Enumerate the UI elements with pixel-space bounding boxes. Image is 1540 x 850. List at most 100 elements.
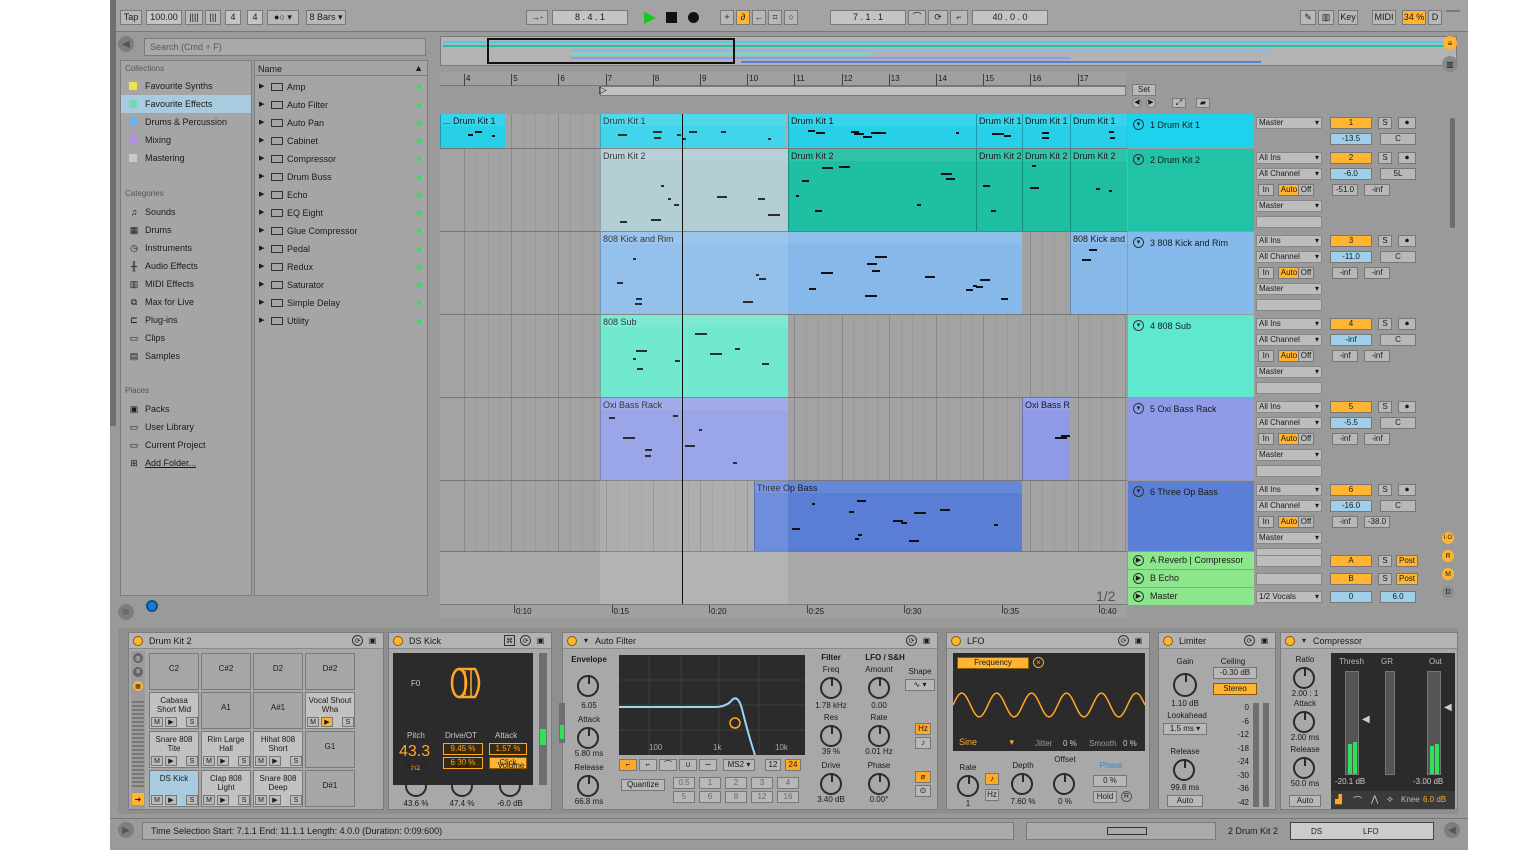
ds-kick-config-icon[interactable]: ⌘ xyxy=(504,635,515,646)
pad-solo-button[interactable]: S xyxy=(290,756,302,766)
quantize-step-button[interactable]: 4 xyxy=(777,777,799,789)
arm-button[interactable]: ⏺ xyxy=(1398,401,1416,413)
mixer-toggle-icon[interactable]: M xyxy=(1442,568,1454,580)
collection-item[interactable]: Mastering xyxy=(121,149,251,167)
auto-filter-expand-icon[interactable]: ▾ xyxy=(581,635,591,646)
pad-play-button[interactable]: ▶ xyxy=(269,756,281,766)
unmap-icon[interactable]: × xyxy=(1033,657,1044,668)
filter-response-display[interactable]: 100 1k 10k xyxy=(619,655,805,755)
quantize-step-button[interactable]: 16 xyxy=(777,791,799,803)
collection-item[interactable]: Favourite Synths xyxy=(121,77,251,95)
fold-track-icon[interactable]: ▶ xyxy=(1133,573,1144,584)
category-item[interactable]: ▭ Clips xyxy=(121,329,251,347)
session-record-button[interactable]: ○ xyxy=(784,10,798,25)
time-ruler[interactable]: 0:10 0:15 0:20 0:25 0:30 0:35 0:40 xyxy=(440,604,1127,618)
arrangement-clip[interactable]: Drum Kit 1 xyxy=(1070,114,1127,148)
depth-knob[interactable] xyxy=(1011,773,1033,795)
track-header[interactable]: ▾ 5 Oxi Bass Rack xyxy=(1128,398,1254,480)
overview-menu-icon[interactable]: ≡ xyxy=(1443,36,1457,50)
pitch-value[interactable]: 43.3 xyxy=(399,743,430,761)
fold-track-icon[interactable]: ▾ xyxy=(1133,119,1144,130)
monitor-off-button[interactable]: Off xyxy=(1298,433,1314,445)
input-type-dropdown[interactable]: All Ins ▾ xyxy=(1256,235,1322,247)
pad-solo-button[interactable]: S xyxy=(342,717,354,727)
arrangement-clip[interactable]: Drum Kit 2 xyxy=(976,149,1022,231)
drive-knob[interactable] xyxy=(820,773,842,795)
loop-start-marker-icon[interactable]: ▷ xyxy=(598,84,608,96)
info-view-toggle-icon[interactable]: ▶ xyxy=(118,822,134,838)
volume-field[interactable]: -16.0 xyxy=(1330,500,1372,512)
lfo-hz-button[interactable]: Hz xyxy=(915,723,931,735)
drum-pad[interactable]: Rim Large Hall M ▶ S xyxy=(201,731,251,768)
drum-pad[interactable]: D#1 xyxy=(305,770,355,807)
file-item[interactable]: ▶ Utility xyxy=(255,312,427,330)
pan-field[interactable]: C xyxy=(1380,334,1416,346)
volume-field[interactable]: -6.0 xyxy=(1330,168,1372,180)
monitor-auto-button[interactable]: Auto xyxy=(1278,516,1300,528)
drive-value[interactable]: 9.45 % xyxy=(443,743,483,755)
pad-play-button[interactable]: ▶ xyxy=(165,756,177,766)
drum-pad[interactable]: Snare 808 Deep M ▶ S xyxy=(253,770,303,807)
file-item[interactable]: ▶ Auto Filter xyxy=(255,96,427,114)
env-knob[interactable] xyxy=(451,775,473,797)
solo-button[interactable]: S xyxy=(1378,318,1392,330)
pad-play-button[interactable]: ▶ xyxy=(165,717,177,727)
drum-pad[interactable]: C#2 xyxy=(201,653,251,690)
automation-arm-button[interactable]: ∂ xyxy=(736,10,750,25)
loop-button[interactable]: ⟳ xyxy=(928,10,948,25)
quantize-step-button[interactable]: 2 xyxy=(725,777,747,789)
solo-button[interactable]: S xyxy=(1378,152,1392,164)
input-type-dropdown[interactable]: All Ins ▾ xyxy=(1256,401,1322,413)
show-pads-icon[interactable]: ▦ xyxy=(133,681,143,691)
ds-kick-save-icon[interactable]: ▣ xyxy=(535,635,546,646)
send-b-field[interactable]: -38.0 xyxy=(1364,516,1390,528)
category-item[interactable]: ▦ Drums xyxy=(121,221,251,239)
filter-type-highpass[interactable]: ⌐ xyxy=(639,759,657,771)
drum-rack-hotswap-icon[interactable]: ⟳ xyxy=(352,635,363,646)
fold-track-icon[interactable]: ▾ xyxy=(1133,154,1144,165)
return-activator-button[interactable]: 0 xyxy=(1330,591,1372,603)
ds-kick-power-button[interactable] xyxy=(393,636,403,646)
clip-overview-thumb[interactable] xyxy=(1026,822,1216,840)
file-item[interactable]: ▶ Simple Delay xyxy=(255,294,427,312)
auto-filter-hotswap-icon[interactable]: ⟳ xyxy=(906,635,917,646)
drum-pad[interactable]: Snare 808 Tite M ▶ S xyxy=(149,731,199,768)
draw-mode-button[interactable]: ✎ xyxy=(1300,10,1316,25)
send-a-field[interactable]: -inf xyxy=(1332,433,1358,445)
loop-length-field[interactable]: 40 . 0 . 0 xyxy=(972,10,1048,25)
drum-rack-power-button[interactable] xyxy=(133,636,143,646)
pad-mute-button[interactable]: M xyxy=(151,717,163,727)
solo-button[interactable]: S xyxy=(1378,555,1392,567)
overview-strip[interactable] xyxy=(440,36,1457,66)
compressor-power-button[interactable] xyxy=(1285,636,1295,646)
lfo-hotswap-icon[interactable]: ⟳ xyxy=(1118,635,1129,646)
input-type-dropdown[interactable]: Master ▾ xyxy=(1256,117,1322,129)
time-signature-numerator[interactable]: 4 xyxy=(225,10,241,25)
waveform-dropdown[interactable]: Sine ▾ xyxy=(959,737,1014,748)
input-channel-dropdown[interactable]: All Channel ▾ xyxy=(1256,168,1322,180)
attack-value[interactable]: 1.57 % xyxy=(489,743,527,755)
lfo-rate-knob[interactable] xyxy=(957,775,979,797)
quantize-step-button[interactable]: 1 xyxy=(699,777,721,789)
time-signature-denominator[interactable]: 4 xyxy=(247,10,263,25)
input-channel-dropdown[interactable]: All Channel ▾ xyxy=(1256,417,1322,429)
monitor-off-button[interactable]: Off xyxy=(1298,267,1314,279)
gain-knob[interactable] xyxy=(1173,673,1197,697)
place-item[interactable]: ▭ User Library xyxy=(121,418,251,436)
envelope-knob[interactable] xyxy=(577,675,599,697)
track-header[interactable]: ▾ 4 808 Sub xyxy=(1128,315,1254,397)
arm-button[interactable]: ⏺ xyxy=(1398,318,1416,330)
pad-solo-button[interactable]: S xyxy=(238,756,250,766)
smooth-value[interactable]: 0 % xyxy=(1123,739,1137,748)
pad-solo-button[interactable]: S xyxy=(290,795,302,805)
category-item[interactable]: ⧉ Max for Live xyxy=(121,293,251,311)
monitor-in-button[interactable]: In xyxy=(1258,516,1274,528)
input-channel-dropdown[interactable]: All Channel ▾ xyxy=(1256,334,1322,346)
category-item[interactable]: ▥ MIDI Effects xyxy=(121,275,251,293)
send-b-field[interactable]: -inf xyxy=(1364,184,1390,196)
output-channel-field[interactable] xyxy=(1256,465,1322,477)
compressor-expand-icon[interactable]: ▾ xyxy=(1299,635,1309,646)
pan-field[interactable]: 5L xyxy=(1380,168,1416,180)
crossfader-toggle-icon[interactable]: D xyxy=(1442,586,1454,598)
show-macros-icon[interactable]: ◎ xyxy=(133,653,143,663)
